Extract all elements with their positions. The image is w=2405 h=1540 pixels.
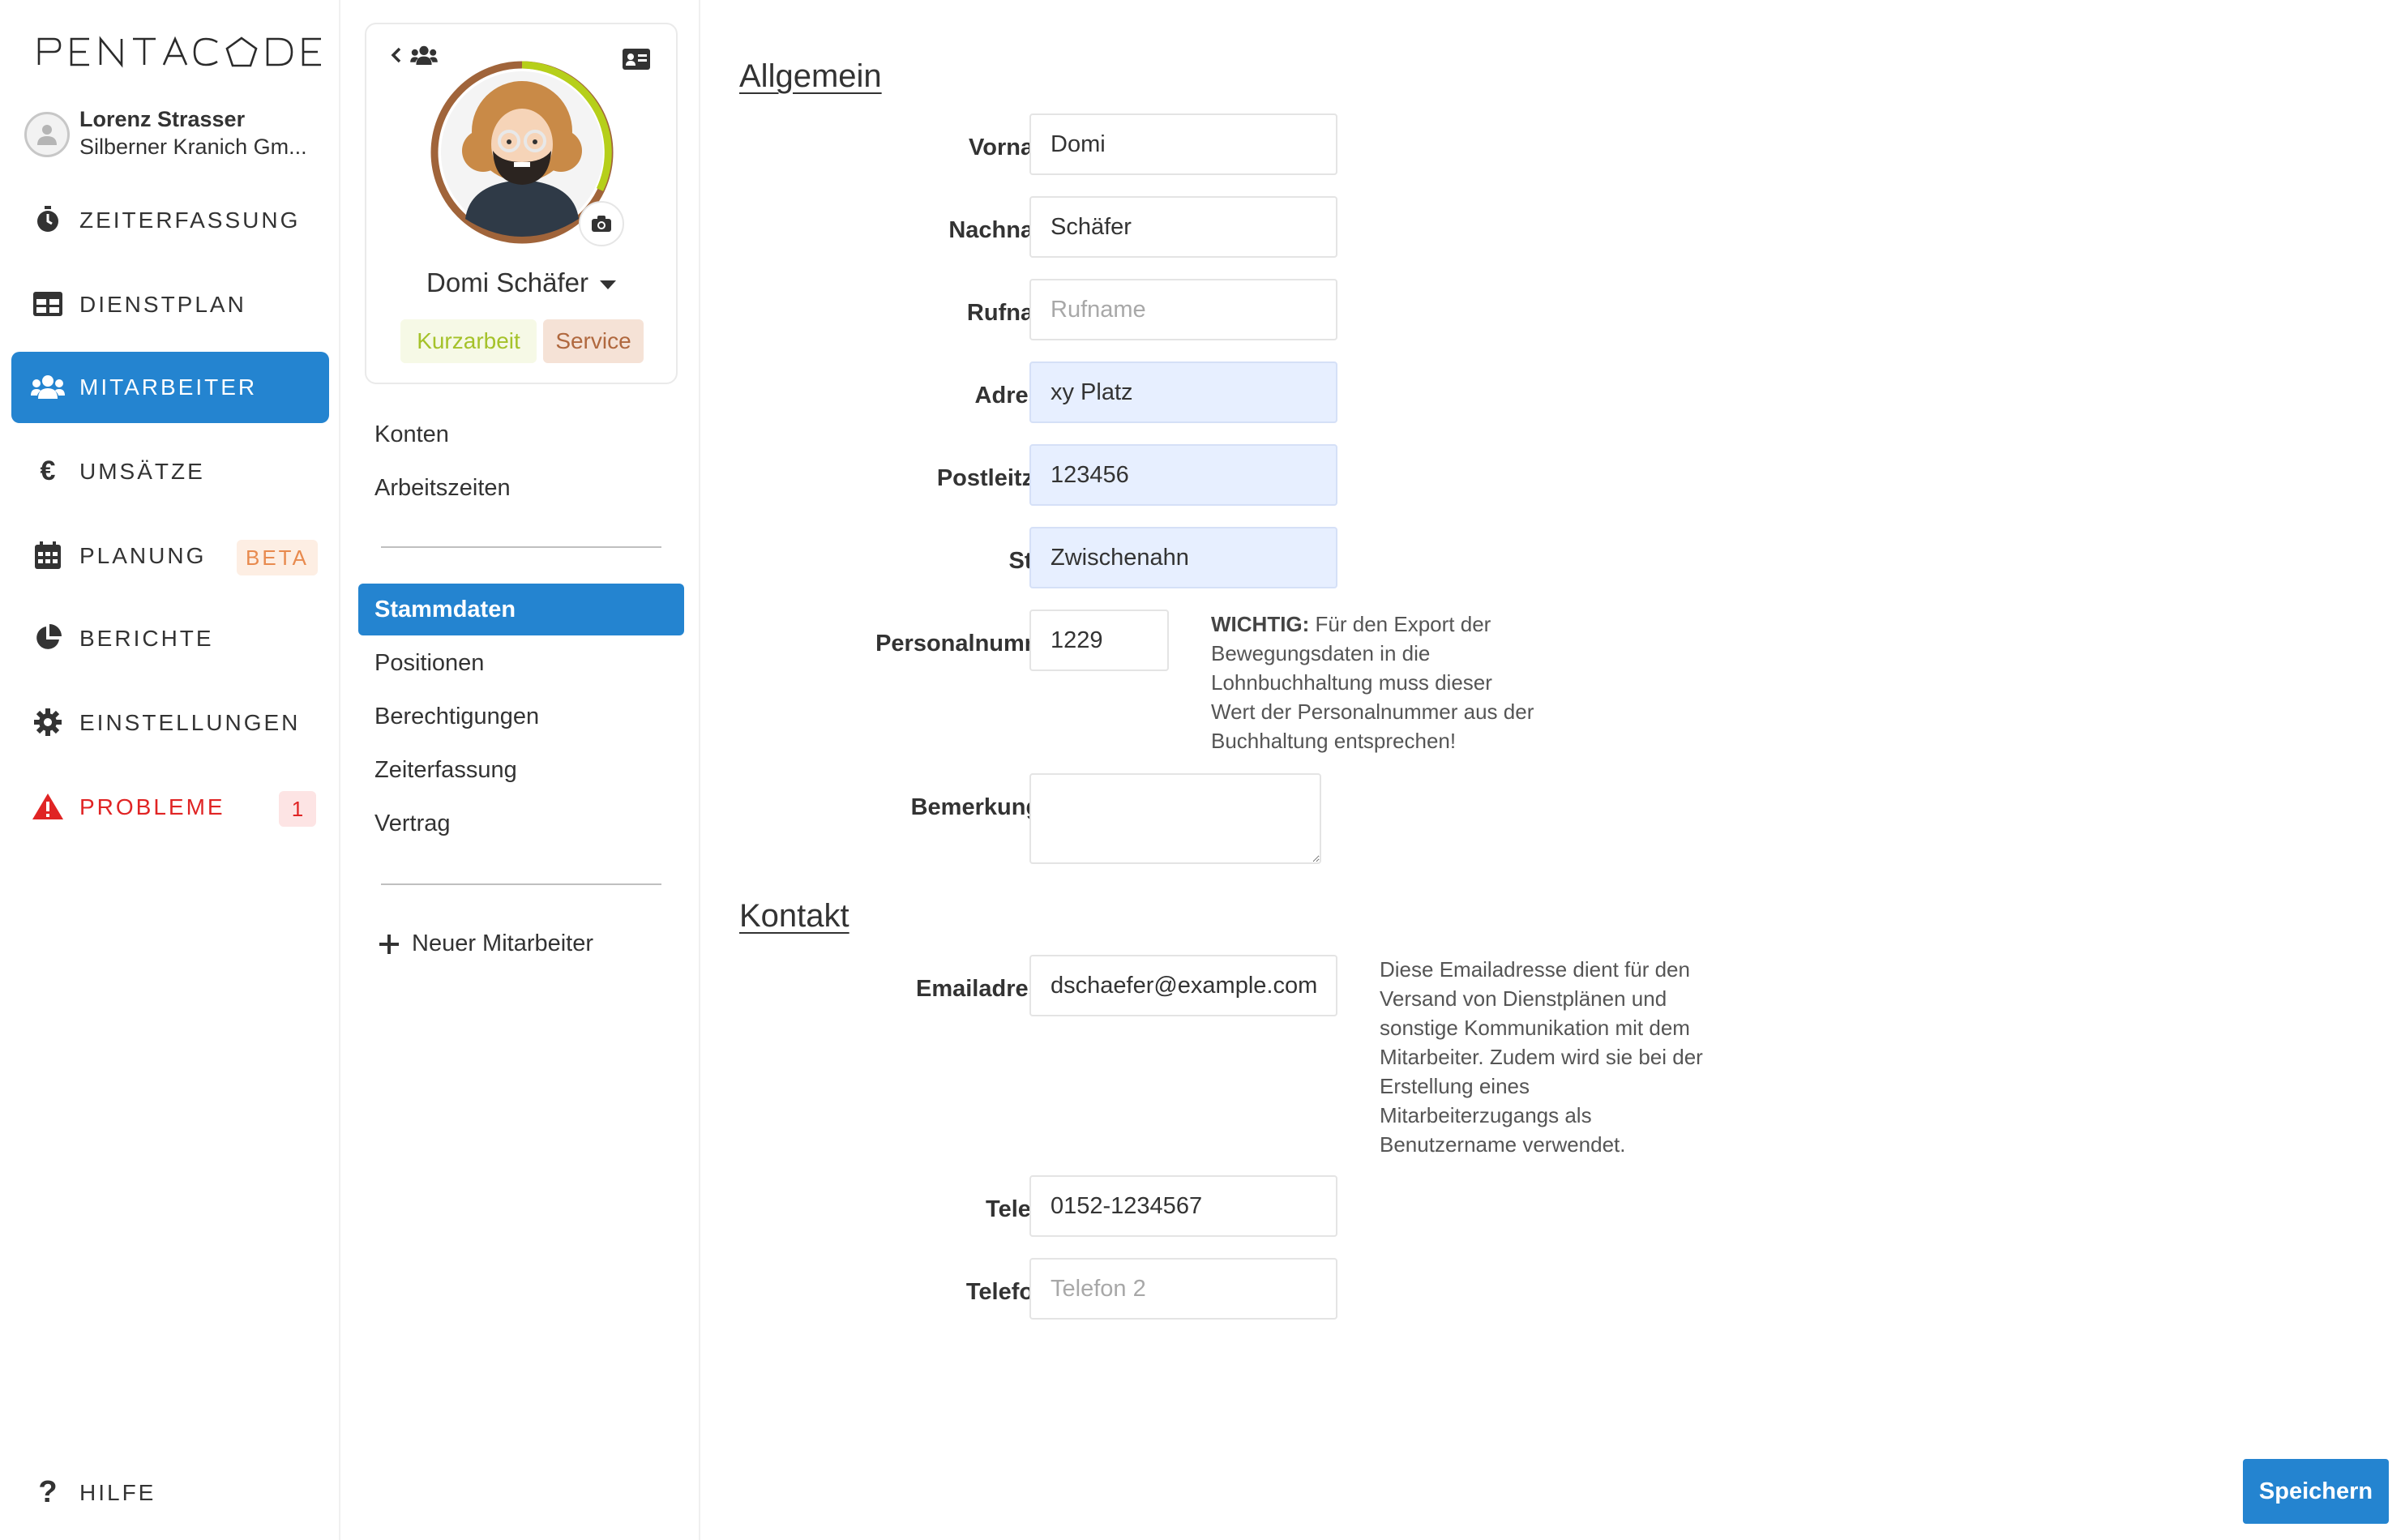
postleitzahl-input[interactable] <box>1029 444 1337 506</box>
warning-icon <box>31 789 65 823</box>
nav-item-umsaetze[interactable]: € Umsätze <box>11 436 329 507</box>
nav-label: Umsätze <box>79 459 205 484</box>
hint-strong: WICHTIG: <box>1211 612 1310 636</box>
user-name: Lorenz Strasser <box>79 107 246 131</box>
calendar-icon <box>31 538 65 572</box>
menu-item-konten[interactable]: Konten <box>374 421 449 448</box>
current-user[interactable]: Lorenz Strasser Silberner Kranich Gm... <box>23 107 331 165</box>
nav-item-hilfe[interactable]: ? Hilfe <box>11 1457 329 1529</box>
nav-item-mitarbeiter[interactable]: Mitarbeiter <box>11 352 329 423</box>
menu-item-vertrag[interactable]: Vertrag <box>374 811 451 837</box>
user-company: Silberner Kranich Gm... <box>79 135 307 159</box>
stadt-input[interactable] <box>1029 527 1337 588</box>
rufname-input[interactable] <box>1029 279 1337 340</box>
employee-name: Domi Schäfer <box>426 267 588 297</box>
master-data-form: Allgemein Vorname Nachname Rufname Adres… <box>702 0 2405 1540</box>
beta-badge: BETA <box>237 540 318 575</box>
nav-label: Einstellungen <box>79 710 301 735</box>
adresse-input[interactable] <box>1029 361 1337 423</box>
nachname-input[interactable] <box>1029 196 1337 258</box>
question-icon: ? <box>38 1474 58 1509</box>
menu-divider <box>381 546 661 548</box>
nav-label: Berichte <box>79 626 214 651</box>
section-title-contact: Kontakt <box>739 898 849 934</box>
nav-label: Zeiterfassung <box>79 207 301 233</box>
user-icon <box>37 125 57 145</box>
employee-name-dropdown[interactable]: Domi Schäfer <box>366 267 676 298</box>
menu-item-label: Stammdaten <box>374 597 516 622</box>
telefon-input[interactable] <box>1029 1175 1337 1237</box>
nav-item-einstellungen[interactable]: Einstellungen <box>11 687 329 759</box>
menu-item-stammdaten[interactable]: Stammdaten <box>358 584 684 635</box>
plus-icon <box>379 934 399 954</box>
table-icon <box>31 287 65 321</box>
nav-item-planung[interactable]: Planung BETA <box>11 520 329 592</box>
main-sidebar: Lorenz Strasser Silberner Kranich Gm... … <box>0 0 340 1540</box>
pentacode-logo <box>37 36 321 68</box>
nav-label: Planung <box>79 543 207 568</box>
euro-icon: € <box>40 455 56 486</box>
email-hint: Diese Emailadresse dient für den Versand… <box>1380 957 1703 1157</box>
users-icon <box>31 370 65 404</box>
nav-label: Hilfe <box>79 1480 156 1505</box>
user-avatar <box>24 112 70 157</box>
camera-icon <box>592 216 611 232</box>
id-card-icon[interactable] <box>623 49 650 74</box>
chevron-left-icon <box>391 47 401 63</box>
menu-item-positionen[interactable]: Positionen <box>374 650 484 677</box>
nav-label: Probleme <box>79 794 225 819</box>
personalnummer-hint: WICHTIG: Für den Export der Bewegungsdat… <box>1211 610 1535 755</box>
telefon-2-input[interactable] <box>1029 1258 1337 1320</box>
personalnummer-input[interactable] <box>1029 610 1169 671</box>
menu-item-zeiterfassung[interactable]: Zeiterfassung <box>374 757 517 784</box>
nav-label: Dienstplan <box>79 292 246 317</box>
change-photo-button[interactable] <box>579 201 624 246</box>
brand-logo[interactable] <box>37 36 340 68</box>
problems-count-badge: 1 <box>279 791 316 827</box>
nav-item-probleme[interactable]: Probleme 1 <box>11 772 329 843</box>
employee-panel: Domi Schäfer Kurzarbeit Service Konten A… <box>342 0 700 1540</box>
tag-service: Service <box>543 319 644 363</box>
nav-label: Mitarbeiter <box>79 374 258 400</box>
new-employee-button[interactable]: Neuer Mitarbeiter <box>379 930 593 957</box>
caret-down-icon <box>599 280 616 289</box>
menu-divider <box>381 883 661 885</box>
new-employee-label: Neuer Mitarbeiter <box>412 930 594 956</box>
profile-card: Domi Schäfer Kurzarbeit Service <box>365 23 678 384</box>
nav-item-zeiterfassung[interactable]: Zeiterfassung <box>11 185 329 256</box>
vorname-input[interactable] <box>1029 113 1337 175</box>
nav-item-berichte[interactable]: Berichte <box>11 603 329 674</box>
stopwatch-icon <box>31 203 65 237</box>
bemerkungen-textarea[interactable] <box>1029 773 1321 864</box>
menu-item-berechtigungen[interactable]: Berechtigungen <box>374 704 539 730</box>
gear-icon <box>31 705 65 739</box>
menu-item-arbeitszeiten[interactable]: Arbeitszeiten <box>374 475 511 502</box>
save-button[interactable]: Speichern <box>2243 1459 2389 1524</box>
email-input[interactable] <box>1029 955 1337 1016</box>
tag-kurzarbeit: Kurzarbeit <box>400 319 537 363</box>
nav-item-dienstplan[interactable]: Dienstplan <box>11 269 329 340</box>
section-title-general: Allgemein <box>739 58 882 94</box>
pie-chart-icon <box>31 621 65 655</box>
